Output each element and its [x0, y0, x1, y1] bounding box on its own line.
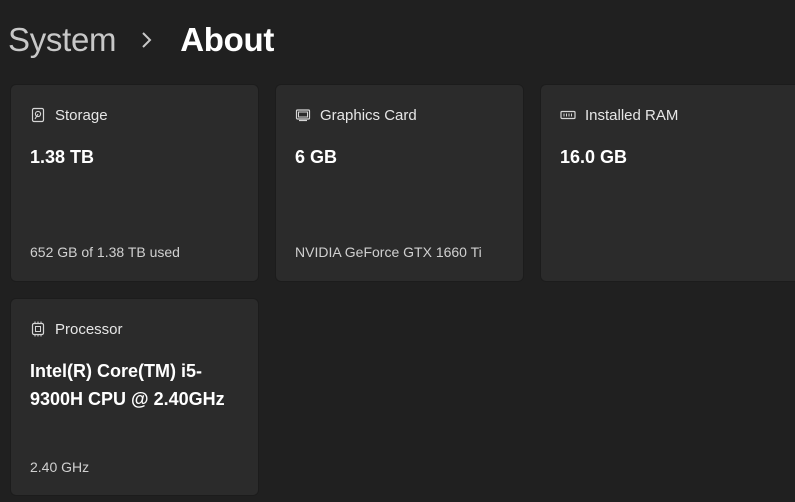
processor-title: Processor [55, 320, 123, 338]
graphics-card-model: NVIDIA GeForce GTX 1660 Ti [295, 244, 482, 260]
storage-card: Storage 1.38 TB 652 GB of 1.38 TB used [10, 84, 259, 282]
graphics-card-icon [295, 107, 311, 123]
ram-icon [560, 107, 576, 123]
breadcrumb-system-link[interactable]: System [8, 21, 117, 59]
installed-ram-card: Installed RAM 16.0 GB [540, 84, 795, 282]
breadcrumb: System About [8, 18, 274, 62]
storage-usage: 652 GB of 1.38 TB used [30, 244, 180, 260]
storage-value: 1.38 TB [30, 147, 95, 167]
installed-ram-title: Installed RAM [585, 106, 679, 124]
installed-ram-value: 16.0 GB [560, 147, 628, 167]
processor-icon [30, 321, 46, 337]
storage-icon [30, 107, 46, 123]
processor-value: Intel(R) Core(TM) i5-9300H CPU @ 2.40GHz [30, 361, 225, 409]
chevron-right-icon [140, 30, 162, 50]
storage-title: Storage [55, 106, 108, 124]
graphics-card-value: 6 GB [295, 147, 338, 167]
processor-card: Processor Intel(R) Core(TM) i5-9300H CPU… [10, 298, 259, 496]
page-title: About [180, 21, 275, 58]
processor-speed: 2.40 GHz [30, 459, 90, 475]
graphics-card-title: Graphics Card [320, 106, 417, 124]
graphics-card-card: Graphics Card 6 GB NVIDIA GeForce GTX 16… [275, 84, 524, 282]
